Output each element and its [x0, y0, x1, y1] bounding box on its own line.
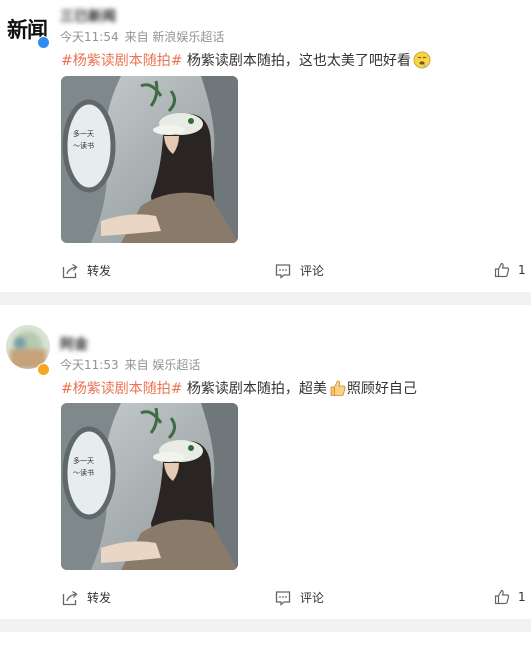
like-count: 1 — [518, 263, 526, 277]
post-body: 杨紫读剧本随拍，超美 — [182, 381, 327, 397]
comment-icon — [275, 263, 291, 279]
post-meta: 今天11:54 来自 新浪娱乐超话 — [60, 28, 230, 45]
post-actions: 转发 评论 1 — [0, 589, 531, 611]
post-source[interactable]: 来自 新浪娱乐超话 — [125, 30, 225, 44]
like-count: 1 — [518, 590, 526, 604]
svg-text:多一天: 多一天 — [73, 129, 94, 138]
comment-label: 评论 — [300, 591, 325, 605]
like-button[interactable]: 1 — [494, 589, 526, 605]
post-text: #杨紫读剧本随拍# 杨紫读剧本随拍，超美 照顾好自己 — [61, 378, 417, 398]
repost-label: 转发 — [87, 591, 112, 605]
repost-button[interactable]: 转发 — [62, 262, 111, 279]
svg-text:～读书: ～读书 — [73, 141, 94, 150]
verified-badge-icon — [37, 36, 50, 49]
post-time[interactable]: 今天11:54 — [60, 30, 119, 44]
drool-face-emoji — [413, 51, 431, 69]
thumbs-up-icon — [494, 262, 510, 278]
feed-separator — [0, 292, 531, 305]
share-icon — [62, 263, 78, 278]
repost-button[interactable]: 转发 — [62, 589, 111, 606]
username[interactable]: 阿金 — [60, 334, 88, 354]
feed-separator — [0, 619, 531, 632]
share-icon — [62, 590, 78, 605]
member-badge-icon — [37, 363, 50, 376]
svg-text:多一天: 多一天 — [73, 456, 94, 465]
comment-button[interactable]: 评论 — [275, 262, 324, 279]
post-source[interactable]: 来自 娱乐超话 — [125, 358, 201, 372]
hashtag-link[interactable]: #杨紫读剧本随拍# — [61, 53, 182, 69]
like-button[interactable]: 1 — [494, 262, 526, 278]
post-photo[interactable]: 多一天 ～读书 — [61, 403, 238, 570]
post-text: #杨紫读剧本随拍# 杨紫读剧本随拍，这也太美了吧好看 — [61, 50, 431, 70]
comment-icon — [275, 590, 291, 606]
post-actions: 转发 评论 1 — [0, 262, 531, 284]
repost-label: 转发 — [87, 264, 112, 278]
hashtag-link[interactable]: #杨紫读剧本随拍# — [61, 381, 182, 397]
svg-text:～读书: ～读书 — [73, 468, 94, 477]
comment-label: 评论 — [300, 264, 325, 278]
thumbs-up-emoji — [330, 380, 346, 396]
photo-graphic: 多一天 ～读书 — [61, 76, 238, 243]
post-body-end: 照顾好自己 — [346, 381, 417, 397]
comment-button[interactable]: 评论 — [275, 589, 324, 606]
post-body: 杨紫读剧本随拍，这也太美了吧好看 — [182, 53, 411, 69]
post-meta: 今天11:53 来自 娱乐超话 — [60, 356, 206, 373]
post-photo[interactable]: 多一天 ～读书 — [61, 76, 238, 243]
thumbs-up-icon — [494, 589, 510, 605]
feed-post: 新闻 三已新闻 今天11:54 来自 新浪娱乐超话 #杨紫读剧本随拍# 杨紫读剧本… — [0, 0, 531, 292]
feed-post: 阿金 今天11:53 来自 娱乐超话 #杨紫读剧本随拍# 杨紫读剧本随拍，超美 照… — [0, 305, 531, 619]
photo-graphic: 多一天 ～读书 — [61, 403, 238, 570]
post-time[interactable]: 今天11:53 — [60, 358, 119, 372]
username[interactable]: 三已新闻 — [60, 6, 116, 26]
